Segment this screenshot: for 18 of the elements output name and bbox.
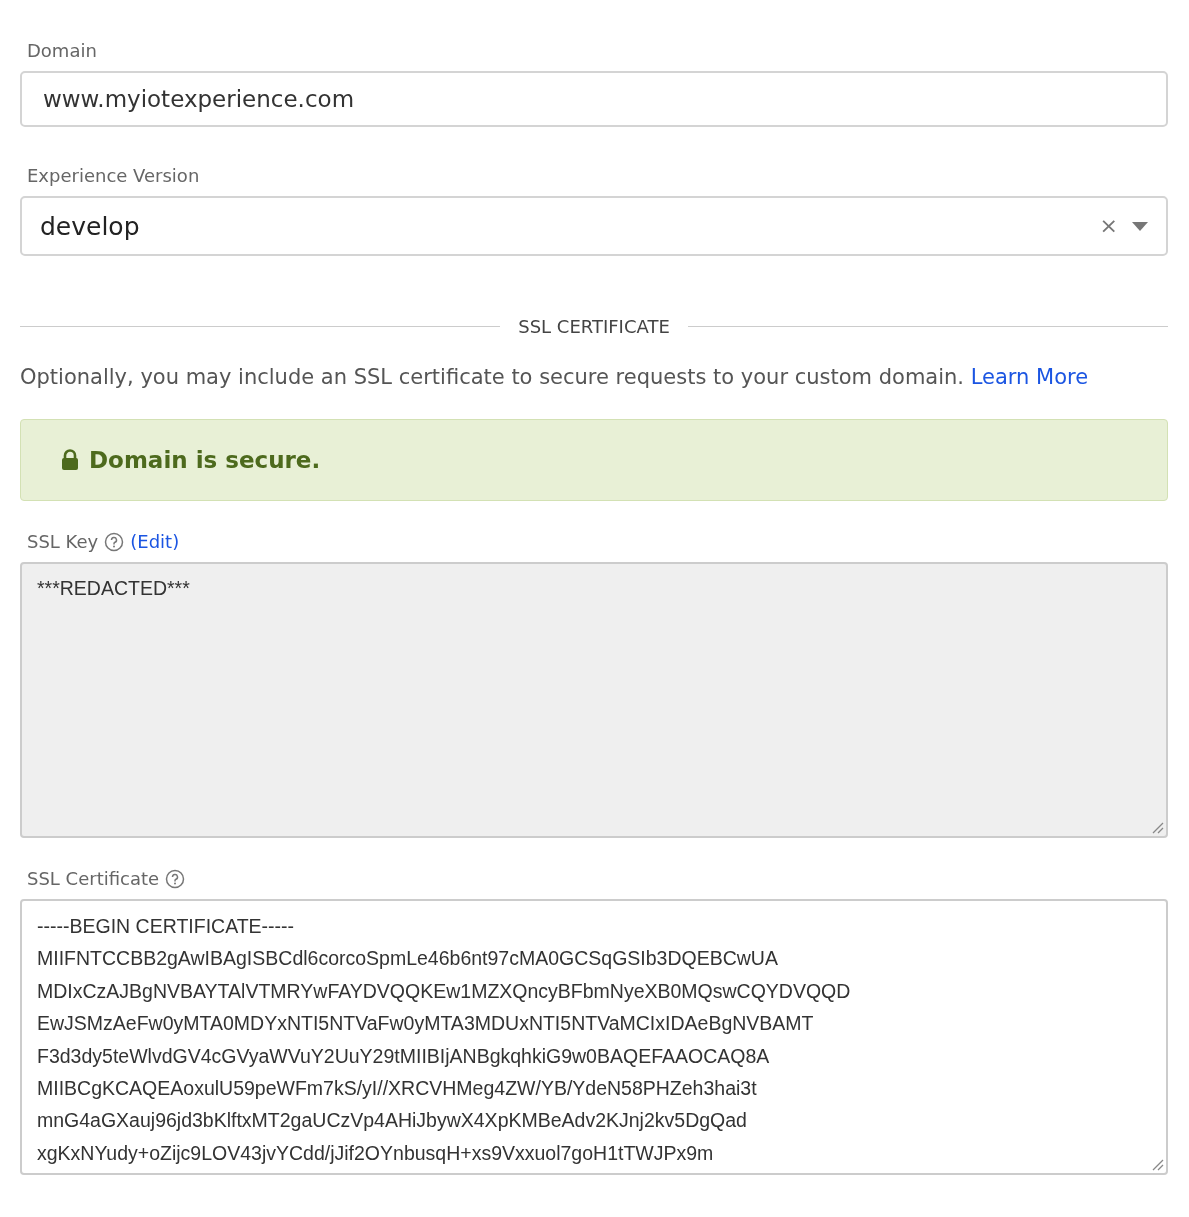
certificate-field[interactable]: -----BEGIN CERTIFICATE----- MIIFNTCCBB2gAwIBAgISBCdl6corcoSpmLe46b6nt97cMA0GCSqGSIb3DQEBCwUA MDIxCzAJBgNVBAYTAlVTMRYwFAYDVQQKEw1MZXQncyBFbmNyeXB0MQswCQYDVQQD EwJSMzAeFw0yMTA0MDYxNTI5NTVaFw0yMTA3MDUxNTI5NTVaMCIxIDAeBgNVBAMT F3d3dy5teWlvdGV4cGVyaWVuY2UuY29tMIIBIjANBgkqhkiG9w0BAQEFAAOCAQ8A MIIBCgKCAQEAoxulU59peWFm7kS/yI//XRCVHMeg4ZW/YB/YdeN58PHZeh3hai3t mnG4aGXauj96jd3bKlftxMT2gaUCzVp4AHiJbywX4XpKMBeAdv2KJnj2kv5DgQad xgKxNYudy+oZijc9LOV43jvYCdd/jJif2OYnbusqH+xs9Vxxuol7goH1tTWJPx9m [20, 899, 1168, 1175]
field-label: Experience Version [27, 165, 200, 186]
section-description: Optionally, you may include an SSL certificate to secure requests to your custom domain. Learn More [20, 365, 1090, 389]
clear-button[interactable]: × [1099, 215, 1118, 237]
alert-text: Domain is secure. [89, 447, 321, 473]
resize-handle-icon[interactable] [1150, 1157, 1164, 1171]
domain-field[interactable]: www.myiotexperience.com [20, 71, 1168, 127]
section-heading: SSL CERTIFICATE [518, 316, 670, 337]
help-icon[interactable] [104, 531, 125, 552]
lock-icon [61, 449, 79, 471]
caret-icon[interactable] [1132, 221, 1148, 231]
field-label: SSL Key [27, 531, 99, 552]
select-value: develop [40, 211, 140, 241]
field-label: SSL Certificate [27, 868, 160, 889]
version-select[interactable]: develop × [20, 196, 1168, 256]
learn-more-link[interactable]: Learn More [970, 365, 1089, 389]
field-label: Domain [27, 40, 97, 61]
help-icon[interactable] [165, 868, 186, 889]
